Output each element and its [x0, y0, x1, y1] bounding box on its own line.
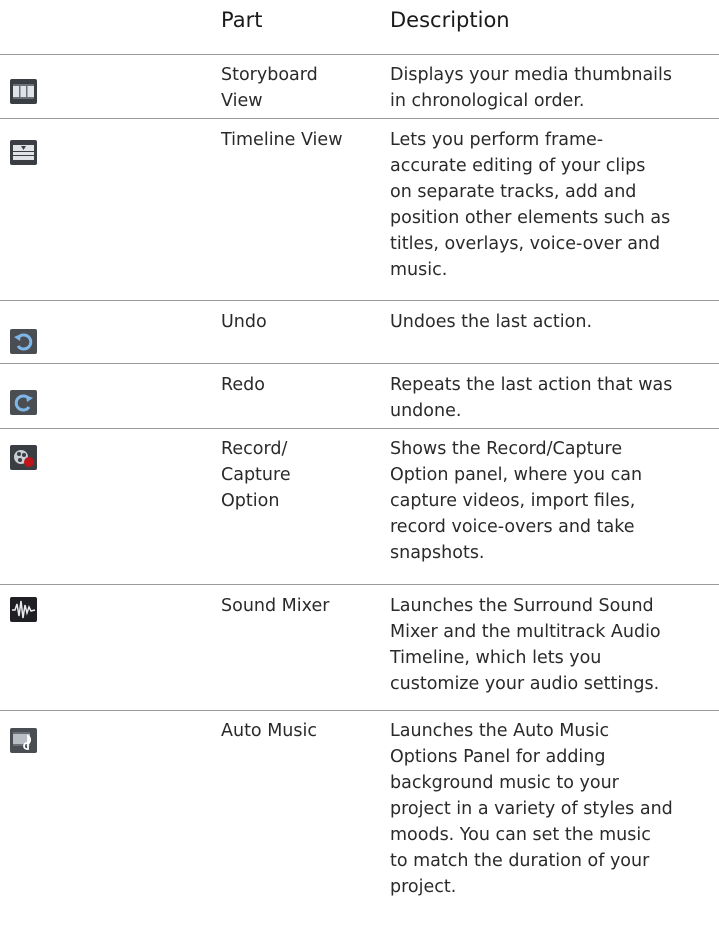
desc-undo: Undoes the last action. [390, 312, 593, 332]
table-row: Sound Mixer Launches the Surround Sound M… [0, 585, 719, 710]
desc-auto-music: Launches the Auto Music Options Panel for… [390, 721, 673, 897]
header-part: Part [221, 8, 263, 32]
part-timeline-view: Timeline View [221, 130, 343, 150]
table-row: Redo Repeats the last action that was und… [0, 364, 719, 428]
desc-timeline-view: Lets you perform frame-accurate editing … [390, 130, 671, 280]
part-redo: Redo [221, 375, 265, 395]
desc-sound-mixer: Launches the Surround Sound Mixer and the… [390, 596, 661, 694]
part-auto-music: Auto Music [221, 721, 317, 741]
part-sound-mixer: Sound Mixer [221, 596, 330, 616]
timeline-view-icon[interactable] [10, 140, 37, 165]
undo-icon[interactable] [10, 329, 37, 354]
storyboard-view-icon[interactable] [10, 79, 37, 104]
desc-storyboard-view: Displays your media thumbnails in chronol… [390, 65, 673, 111]
part-storyboard-view: Storyboard View [221, 65, 318, 111]
record-capture-icon[interactable] [10, 445, 37, 470]
table-row: Undo Undoes the last action. [0, 301, 719, 363]
desc-record-capture: Shows the Record/Capture Option panel, wh… [390, 439, 643, 563]
redo-icon[interactable] [10, 390, 37, 415]
header-description: Description [390, 8, 510, 32]
part-undo: Undo [221, 312, 267, 332]
table-row: Record/Capture Option Shows the Record/Ca… [0, 429, 719, 584]
auto-music-icon[interactable] [10, 728, 37, 753]
part-record-capture: Record/Capture Option [221, 439, 291, 511]
table-row: Auto Music Launches the Auto Music Option… [0, 711, 719, 925]
desc-redo: Repeats the last action that was undone. [390, 375, 673, 421]
table-header: Part Description [0, 0, 719, 54]
table-row: Storyboard View Displays your media thumb… [0, 55, 719, 118]
table-row: Timeline View Lets you perform frame-acc… [0, 119, 719, 300]
sound-mixer-icon[interactable] [10, 597, 37, 622]
